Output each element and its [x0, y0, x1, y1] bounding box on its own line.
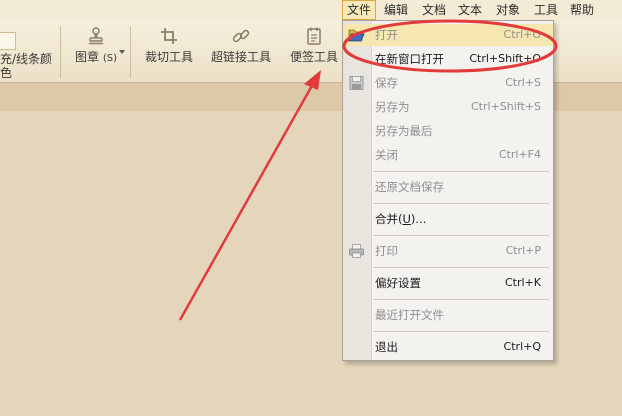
menu-separator: [373, 331, 549, 332]
menu-item-preferences[interactable]: 偏好设置 Ctrl+K: [343, 272, 553, 294]
merge-mnemonic: U: [402, 212, 411, 226]
stamp-dropdown-arrow[interactable]: [119, 50, 125, 54]
fill-line-color-button[interactable]: 充/线条颜色: [0, 52, 56, 80]
exit-shortcut: Ctrl+Q: [503, 340, 541, 353]
menu-item-close[interactable]: 关闭 Ctrl+F4: [343, 144, 553, 166]
close-label: 关闭: [375, 148, 398, 162]
save-label: 保存: [375, 76, 398, 90]
merge-label: 合并: [375, 212, 398, 226]
folder-open-icon: [348, 29, 365, 42]
menu-item-print[interactable]: 打印 Ctrl+P: [343, 240, 553, 262]
recent-files-label: 最近打开文件: [375, 308, 444, 322]
exit-label: 退出: [375, 340, 398, 354]
close-shortcut: Ctrl+F4: [498, 148, 541, 161]
crop-tool-label: 裁切工具: [144, 50, 193, 64]
floppy-disk-icon: [349, 76, 364, 90]
menu-item-save-as-latest[interactable]: 另存为最后: [343, 120, 553, 142]
open-new-window-label: 在新窗口打开: [375, 52, 444, 66]
preferences-label: 偏好设置: [375, 276, 421, 290]
menu-separator: [373, 267, 549, 268]
menu-file[interactable]: 文件: [342, 0, 377, 20]
stamp-shortcut: (S): [102, 53, 117, 64]
menu-item-exit[interactable]: 退出 Ctrl+Q: [343, 336, 553, 358]
save-as-latest-label: 另存为最后: [375, 124, 433, 138]
crop-tool-button[interactable]: 裁切工具: [140, 26, 198, 65]
toolbar-separator: [130, 26, 131, 78]
menu-document[interactable]: 文档: [418, 1, 450, 19]
menu-item-recent-files[interactable]: 最近打开文件: [343, 304, 553, 326]
open-label: 打开: [375, 28, 398, 42]
hyperlink-tool-button[interactable]: 超链接工具: [208, 26, 274, 65]
preferences-shortcut: Ctrl+K: [504, 276, 541, 289]
menu-separator: [373, 203, 549, 204]
restore-label: 还原文档保存: [375, 180, 444, 194]
link-icon: [232, 29, 250, 43]
save-shortcut: Ctrl+S: [505, 76, 541, 89]
menu-item-save-as[interactable]: 另存为 Ctrl+Shift+S: [343, 96, 553, 118]
file-menu-dropdown: 打开 Ctrl+O 在新窗口打开 Ctrl+Shift+O 保存 Ctrl+S …: [342, 20, 554, 361]
menu-item-open[interactable]: 打开 Ctrl+O: [343, 24, 553, 46]
open-new-window-shortcut: Ctrl+Shift+O: [469, 52, 541, 65]
menubar: 文件 编辑 文档 文本 对象 工具 帮助: [0, 0, 622, 20]
print-label: 打印: [375, 244, 398, 258]
note-tool-button[interactable]: 便签工具: [286, 26, 342, 65]
menu-item-restore[interactable]: 还原文档保存: [343, 176, 553, 198]
toolbar-separator: [60, 26, 61, 78]
stamp-button[interactable]: 图章 (S): [66, 26, 126, 65]
save-as-shortcut: Ctrl+Shift+S: [471, 100, 541, 113]
crop-icon: [161, 28, 177, 44]
menu-edit[interactable]: 编辑: [380, 1, 412, 19]
menu-object[interactable]: 对象: [492, 1, 524, 19]
fill-color-swatch[interactable]: [0, 32, 16, 50]
menu-separator: [373, 299, 549, 300]
menu-item-save[interactable]: 保存 Ctrl+S: [343, 72, 553, 94]
menu-help[interactable]: 帮助: [566, 1, 598, 19]
open-shortcut: Ctrl+O: [503, 28, 541, 41]
menu-text[interactable]: 文本: [454, 1, 486, 19]
print-shortcut: Ctrl+P: [505, 244, 541, 257]
hyperlink-tool-label: 超链接工具: [210, 50, 271, 64]
save-as-label: 另存为: [375, 100, 410, 114]
printer-icon: [349, 244, 364, 258]
menu-separator: [373, 235, 549, 236]
merge-suffix: )...: [410, 212, 427, 226]
menu-separator: [373, 171, 549, 172]
note-icon: [307, 27, 321, 45]
stamp-label: 图章: [75, 50, 100, 64]
menu-item-open-new-window[interactable]: 在新窗口打开 Ctrl+Shift+O: [343, 48, 553, 70]
menu-tools[interactable]: 工具: [530, 1, 562, 19]
menu-item-merge[interactable]: 合并(U)...: [343, 208, 553, 230]
stamp-icon: [89, 27, 103, 45]
note-tool-label: 便签工具: [289, 50, 338, 64]
